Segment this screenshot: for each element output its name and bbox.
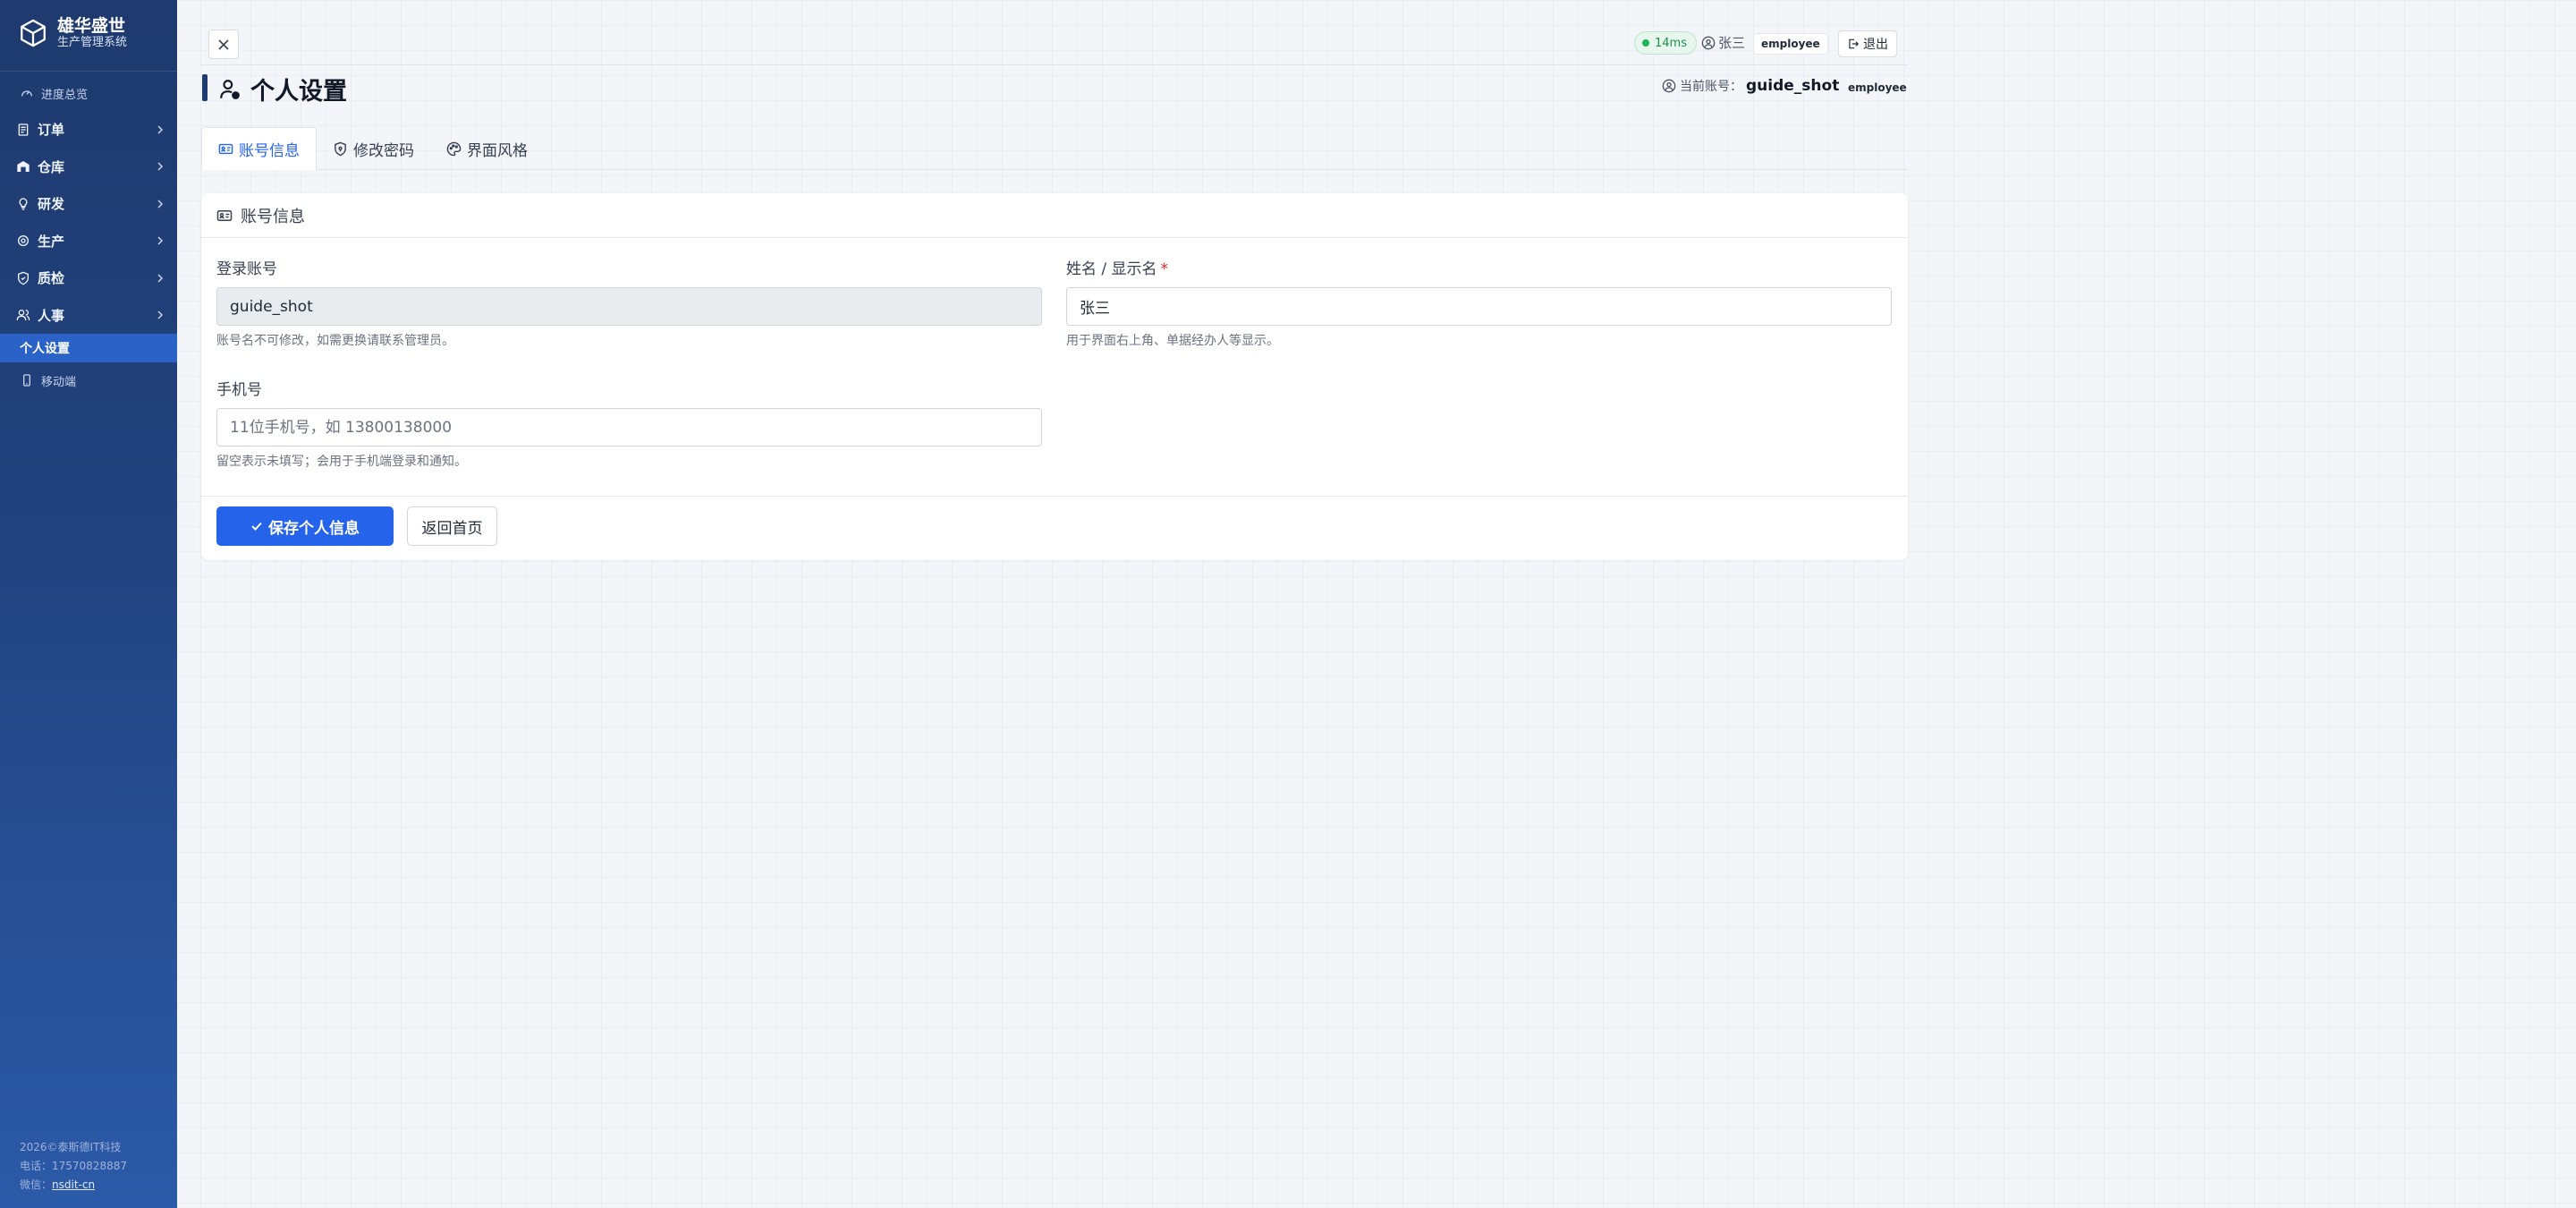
id-card-icon [216,209,233,221]
sidebar-item-label: 移动端 [41,375,77,389]
current-account: 当前账号： guide_shot [1662,77,1839,95]
title-accent-bar [202,74,208,101]
chevron-right-icon [157,162,164,171]
page-title-text: 个人设置 [250,78,347,106]
sidebar-item-orders[interactable]: 订单 [0,111,177,149]
brand[interactable]: 雄华盛世 生产管理系统 [18,16,127,50]
sidebar-item-mobile[interactable]: 移动端 [0,362,177,398]
card-title: 账号信息 [241,207,305,226]
back-home-button[interactable]: 返回首页 [407,506,497,546]
latency-text: 14ms [1655,36,1687,50]
brand-subtitle: 生产管理系统 [57,36,128,49]
sidebar-item-label: 生产 [38,233,65,250]
user-settings-icon [220,79,240,99]
sidebar-item-label: 人事 [38,307,65,324]
wechat-text: 微信：nsdit-cn [20,1176,127,1195]
sidebar: 雄华盛世 生产管理系统 进度总览 订单 仓库 研发 生产 质检 人事 个人设置 … [0,0,177,1208]
phone-text: 电话：17570828887 [20,1160,127,1172]
card-header: 账号信息 [201,193,1908,238]
status-dot-icon [1642,39,1649,47]
sidebar-item-production[interactable]: 生产 [0,223,177,260]
chevron-right-icon [157,236,164,245]
sidebar-item-label: 研发 [38,196,65,213]
user-circle-icon [1701,36,1716,49]
phone-hint: 留空表示未填写；会用于手机端登录和通知。 [216,455,467,469]
people-icon [16,310,30,321]
copyright-text: 2026©泰斯德IT科技 [20,1141,122,1153]
logout-button[interactable]: 退出 [1838,30,1897,57]
user-name: 张三 [1718,35,1746,51]
logout-label: 退出 [1863,38,1888,52]
page-title: 个人设置 [218,72,347,106]
chevron-right-icon [157,125,164,134]
tab-label: 界面风格 [467,141,528,160]
save-profile-label: 保存个人信息 [268,519,360,538]
warehouse-icon [17,161,30,173]
close-icon [218,38,229,50]
tab-label: 修改密码 [353,141,414,160]
phone-field[interactable] [216,408,1042,447]
chevron-right-icon [157,200,164,208]
shield-icon [18,271,29,285]
chevron-right-icon [157,311,164,319]
palette-icon [446,141,462,156]
logout-icon [1849,38,1860,49]
login-account-field[interactable] [216,287,1042,326]
sidebar-item-quality[interactable]: 质检 [0,259,177,297]
sidebar-item-label: 仓库 [38,158,65,175]
settings-tabs: 账号信息 修改密码 界面风格 [201,127,544,170]
tab-change-password[interactable]: 修改密码 [317,127,430,170]
sidebar-item-hr[interactable]: 人事 [0,297,177,335]
display-name-field[interactable] [1066,287,1892,326]
sidebar-item-label: 订单 [38,122,65,139]
save-profile-button[interactable]: 保存个人信息 [216,506,394,546]
latency-badge: 14ms [1634,31,1697,55]
sidebar-item-overview[interactable]: 进度总览 [0,75,177,111]
brand-divider [0,71,177,72]
top-user[interactable]: 张三 [1701,33,1745,52]
account-info-card: 账号信息 登录账号 账号名不可修改，如需更换请联系管理员。 姓名 / 显示名* … [201,193,1908,560]
login-account-hint: 账号名不可修改，如需更换请联系管理员。 [216,334,454,348]
role-badge: employee [1753,33,1828,55]
current-role-badge: employee [1848,81,1907,94]
card-footer-divider [201,496,1908,497]
wechat-link[interactable]: nsdit-cn [52,1178,95,1191]
receipt-icon [18,123,29,136]
current-account-value: guide_shot [1746,77,1840,95]
display-name-label: 姓名 / 显示名 * [1066,256,1168,278]
sidebar-item-rnd[interactable]: 研发 [0,185,177,223]
sidebar-item-label: 质检 [38,270,65,287]
check-icon [251,522,262,531]
id-card-icon [218,143,233,154]
close-tab-button[interactable] [208,30,239,59]
sidebar-item-label: 进度总览 [41,88,89,102]
tab-account-info[interactable]: 账号信息 [201,127,317,170]
tab-ui-style[interactable]: 界面风格 [430,127,544,170]
sidebar-nav: 进度总览 订单 仓库 研发 生产 质检 人事 个人设置 移动端 [0,75,177,398]
current-account-label: 当前账号： [1680,80,1742,94]
shield-lock-icon [335,141,346,156]
lightbulb-icon [19,198,28,210]
gauge-icon [21,90,32,97]
brand-title: 雄华盛世 [57,16,126,36]
topbar-divider [201,64,1908,65]
display-name-label-text: 姓名 / 显示名 [1066,260,1157,278]
tabs-divider [201,169,1908,170]
cube-logo-icon [21,19,46,47]
sidebar-item-personal-settings[interactable]: 个人设置 [0,334,177,362]
tab-label: 账号信息 [239,141,300,160]
wechat-label: 微信： [20,1178,53,1191]
sidebar-footer: 2026©泰斯德IT科技 电话：17570828887 微信：nsdit-cn [20,1138,127,1195]
chevron-right-icon [157,274,164,283]
gear-icon [18,235,29,247]
sidebar-item-label: 个人设置 [20,342,70,356]
phone-label: 手机号 [216,381,262,399]
user-circle-icon [1662,79,1676,93]
display-name-hint: 用于界面右上角、单据经办人等显示。 [1066,334,1279,348]
sidebar-item-warehouse[interactable]: 仓库 [0,149,177,186]
login-account-label: 登录账号 [216,260,277,278]
required-mark: * [1160,260,1169,278]
phone-icon [23,374,30,387]
